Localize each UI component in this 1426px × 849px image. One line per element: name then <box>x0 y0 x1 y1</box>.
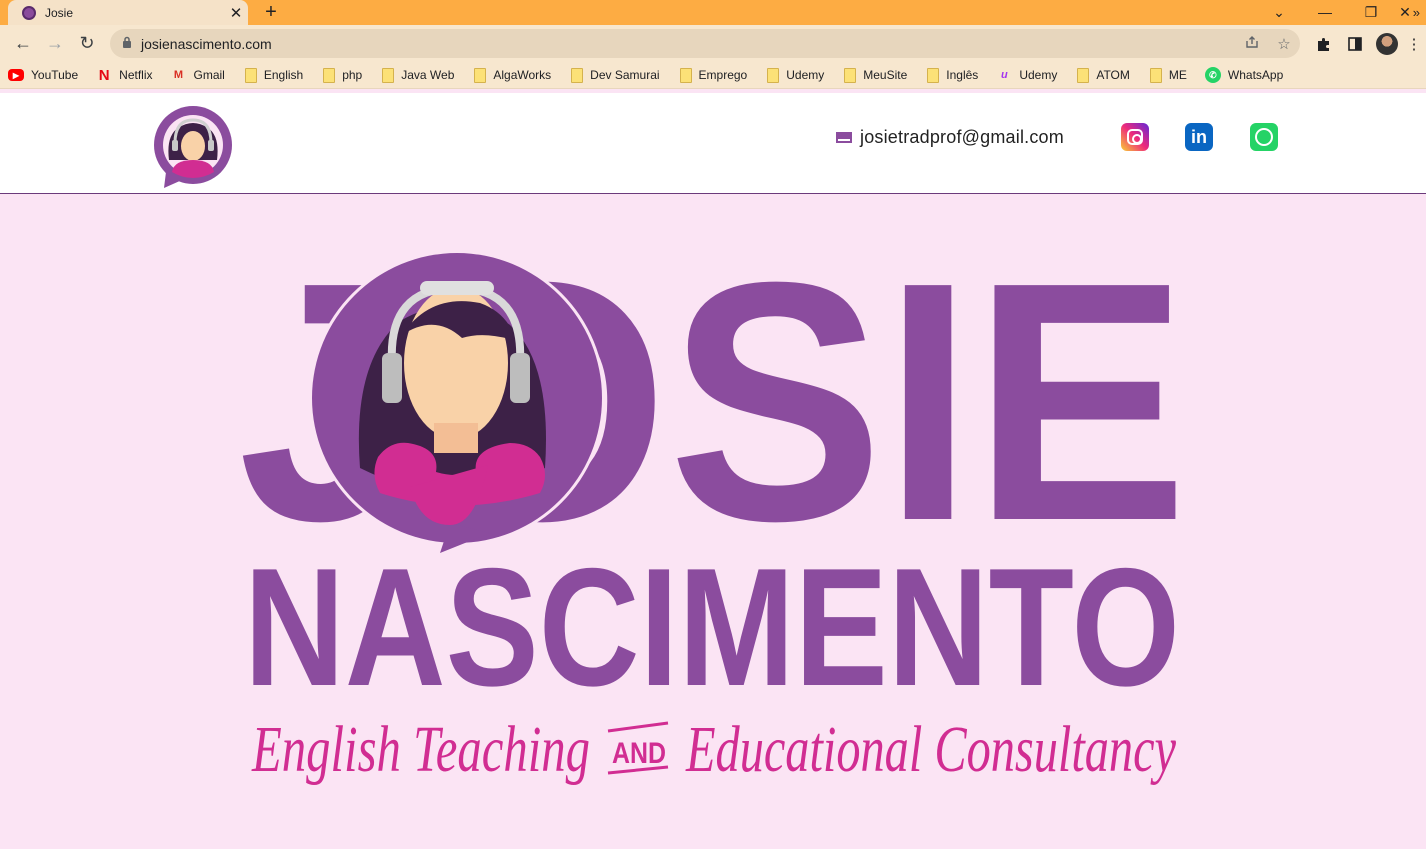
gmail-icon: M <box>173 69 184 81</box>
side-panel-icon[interactable] <box>1340 30 1370 58</box>
bookmark-label: WhatsApp <box>1227 68 1284 82</box>
back-button[interactable]: ← <box>7 28 39 60</box>
bookmark-item[interactable]: N Netflix <box>96 66 153 84</box>
bookmark-item[interactable]: Udemy <box>765 67 825 83</box>
forward-button[interactable]: → <box>39 28 71 60</box>
lock-icon[interactable] <box>122 36 132 51</box>
envelope-icon <box>836 132 852 143</box>
tab-search-icon[interactable]: ⌄ <box>1256 0 1302 25</box>
whatsapp-icon: ✆ <box>1204 67 1221 83</box>
share-icon[interactable] <box>1236 35 1268 53</box>
youtube-icon: ▶ <box>8 69 24 81</box>
bookmark-label: Udemy <box>1019 68 1058 82</box>
tagline-and: AND <box>612 737 666 770</box>
whatsapp-icon[interactable] <box>1250 123 1278 151</box>
folder-icon <box>244 67 257 83</box>
tab-strip: Josie ✕ + ⌄ — ❐ ✕ <box>0 0 1426 25</box>
bookmark-label: php <box>342 68 363 82</box>
folder-icon <box>474 67 487 83</box>
bookmark-label: ATOM <box>1096 68 1130 82</box>
minimize-button[interactable]: — <box>1302 0 1348 25</box>
instagram-icon[interactable] <box>1121 123 1149 151</box>
folder-icon <box>767 67 780 83</box>
folder-icon <box>844 67 857 83</box>
site-favicon-icon <box>22 5 36 20</box>
profile-avatar[interactable] <box>1372 30 1402 58</box>
bookmark-item[interactable]: Java Web <box>380 67 455 83</box>
bookmark-item[interactable]: Dev Samurai <box>569 67 660 83</box>
folder-icon <box>382 67 395 83</box>
bookmark-item[interactable]: M Gmail <box>171 67 225 83</box>
folder-icon <box>1077 67 1090 83</box>
url-text[interactable]: josienascimento.com <box>141 36 1236 52</box>
bookmarks-overflow-icon[interactable]: » <box>1413 5 1420 20</box>
bookmark-label: Dev Samurai <box>590 68 660 82</box>
bookmark-item[interactable]: ATOM <box>1075 67 1130 83</box>
browser-tab[interactable]: Josie ✕ <box>8 0 248 25</box>
browser-toolbar: ← → ↻ josienascimento.com ☆ ⋮ <box>0 25 1426 62</box>
hero-tagline: English Teaching AND Educational Consult… <box>251 713 1176 786</box>
hero-banner: JOSIE NASCIMENTO English Teaching AND Ed… <box>238 212 1190 803</box>
bookmark-label: YouTube <box>31 68 79 82</box>
extensions-icon[interactable] <box>1308 30 1338 58</box>
bookmark-item[interactable]: Emprego <box>678 67 748 83</box>
folder-icon <box>1149 67 1162 83</box>
bookmark-label: Udemy <box>786 68 825 82</box>
bookmark-item[interactable]: u Udemy <box>996 67 1057 83</box>
bookmark-label: Netflix <box>119 68 153 82</box>
udemy-icon: u <box>1000 69 1008 81</box>
bookmark-item[interactable]: AlgaWorks <box>472 67 552 83</box>
bookmark-item[interactable]: php <box>321 67 363 83</box>
bookmark-item[interactable]: Inglês <box>925 67 979 83</box>
address-bar[interactable]: josienascimento.com ☆ <box>110 29 1300 58</box>
bookmark-label: AlgaWorks <box>493 68 552 82</box>
site-header: josietradprof@gmail.com in <box>0 93 1426 194</box>
folder-icon <box>323 67 336 83</box>
bookmarks-bar: ▶ YouTube N Netflix M Gmail English php Java Web… <box>0 62 1426 89</box>
bookmark-label: Emprego <box>698 68 748 82</box>
bookmark-item[interactable]: English <box>243 67 304 83</box>
bookmark-item[interactable]: MeuSite <box>842 67 908 83</box>
email-link[interactable]: josietradprof@gmail.com <box>860 127 1064 148</box>
folder-icon <box>927 67 940 83</box>
contact-email[interactable]: josietradprof@gmail.com <box>836 127 1064 148</box>
web-page: josietradprof@gmail.com in JOSIE NASCIME… <box>0 93 1426 849</box>
folder-icon <box>571 67 584 83</box>
folder-icon <box>679 67 692 83</box>
bookmark-item[interactable]: ▶ YouTube <box>8 68 78 82</box>
reload-button[interactable]: ↻ <box>71 28 103 60</box>
hero-name-last: NASCIMENTO <box>244 533 1180 721</box>
menu-icon[interactable]: ⋮ <box>1404 30 1424 58</box>
bookmark-label: English <box>263 68 304 82</box>
bookmark-item[interactable]: ✆ WhatsApp <box>1204 67 1284 83</box>
linkedin-icon[interactable]: in <box>1185 123 1213 151</box>
tagline-right: Educational Consultancy <box>685 713 1176 786</box>
bookmark-label: Inglês <box>946 68 979 82</box>
close-tab-icon[interactable]: ✕ <box>224 4 248 22</box>
tab-title: Josie <box>45 5 74 20</box>
site-logo[interactable] <box>152 106 234 193</box>
bookmark-label: Java Web <box>401 68 455 82</box>
bookmark-label: Gmail <box>193 68 225 82</box>
bookmark-label: ME <box>1168 68 1187 82</box>
star-icon[interactable]: ☆ <box>1268 35 1300 53</box>
tagline-left: English Teaching <box>251 713 590 786</box>
bookmark-item[interactable]: ME <box>1148 67 1187 83</box>
new-tab-button[interactable]: + <box>258 0 284 25</box>
bookmark-label: MeuSite <box>863 68 908 82</box>
netflix-icon: N <box>98 66 110 84</box>
